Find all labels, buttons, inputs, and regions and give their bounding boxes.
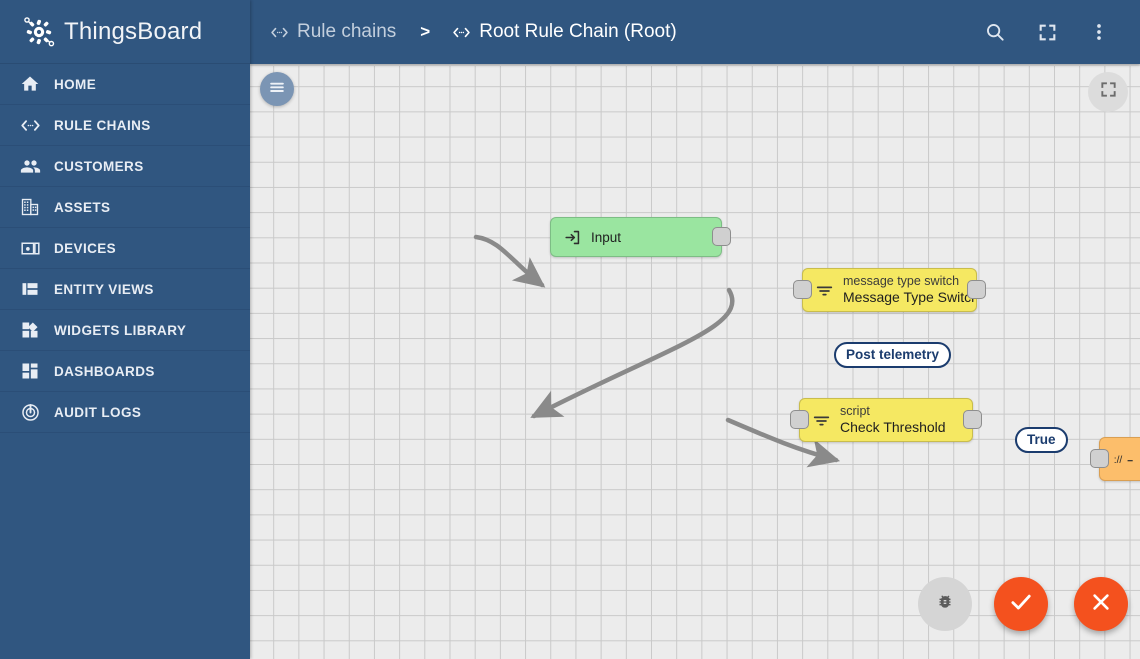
bug-icon [935, 592, 955, 617]
rule-node-type: script [840, 404, 870, 419]
rule-node-input[interactable]: Input [550, 217, 731, 257]
sidebar-item-assets[interactable]: ASSETS [0, 187, 250, 228]
hamburger-icon [267, 77, 287, 102]
sidebar: ThingsBoard HOME RULE CHAINS CUSTOMERS A… [0, 0, 250, 659]
search-icon[interactable] [982, 19, 1008, 45]
edges-layer [473, 234, 841, 468]
thingsboard-logo-icon [22, 15, 56, 49]
canvas-fullscreen-button[interactable] [1088, 72, 1128, 112]
sidebar-item-customers[interactable]: CUSTOMERS [0, 146, 250, 187]
rule-chains-icon [18, 113, 42, 137]
rule-node-name: Input [591, 229, 622, 245]
assets-icon [18, 195, 42, 219]
sidebar-item-label: WIDGETS LIBRARY [54, 322, 187, 338]
fullscreen-icon[interactable] [1034, 19, 1060, 45]
breadcrumb: Rule chains > Root Rule Chain (Root) [270, 21, 982, 43]
node-input-port[interactable] [1090, 449, 1109, 468]
sidebar-item-home[interactable]: HOME [0, 64, 250, 105]
sidebar-nav: HOME RULE CHAINS CUSTOMERS ASSETS DEVICE… [0, 64, 250, 433]
customers-icon [18, 154, 42, 178]
rule-chain-canvas[interactable]: Input message type switch Message Type S… [250, 64, 1140, 659]
rule-node-signl4-alert[interactable]: :// rest api call SIGNL4 Alert [1090, 437, 1140, 481]
node-input-port[interactable] [793, 280, 812, 299]
rule-chains-icon [270, 23, 289, 42]
check-icon [1008, 589, 1034, 620]
sidebar-item-label: AUDIT LOGS [54, 404, 142, 420]
breadcrumb-separator: > [420, 22, 431, 41]
breadcrumb-current-label: Root Rule Chain (Root) [479, 21, 677, 42]
rule-node-name: Check Threshold [840, 418, 946, 435]
edge-input-to-switch [473, 234, 546, 288]
home-icon [18, 72, 42, 96]
edge-label-text: Post telemetry [846, 347, 940, 362]
node-output-port[interactable] [712, 227, 731, 246]
topbar-actions [982, 19, 1128, 45]
edge-label-post-telemetry[interactable]: Post telemetry [834, 342, 952, 368]
breadcrumb-rule-chains[interactable]: Rule chains [270, 21, 396, 43]
topbar: Rule chains > Root Rule Chain (Root) [250, 0, 1140, 64]
sidebar-item-dashboards[interactable]: DASHBOARDS [0, 351, 250, 392]
rule-chains-icon [452, 23, 471, 42]
rule-node-text: script Check Threshold [840, 404, 946, 435]
filter-icon [815, 281, 834, 300]
rule-node-text: message type switch Message Type Switch [843, 274, 976, 305]
sidebar-item-label: CUSTOMERS [54, 158, 144, 174]
rule-node-message-type-switch[interactable]: message type switch Message Type Switch [793, 268, 986, 312]
rule-node-name: Message Type Switch [843, 288, 976, 305]
dashboards-icon [18, 359, 42, 383]
sidebar-item-rule-chains[interactable]: RULE CHAINS [0, 105, 250, 146]
sidebar-item-label: HOME [54, 76, 97, 92]
rule-node-text: Input [591, 230, 621, 245]
breadcrumb-parent-label: Rule chains [297, 21, 397, 42]
brand-header[interactable]: ThingsBoard [0, 0, 250, 64]
debug-button[interactable] [918, 577, 972, 631]
sidebar-item-label: ENTITY VIEWS [54, 281, 154, 297]
edge-label-true[interactable]: True [1015, 427, 1068, 453]
rest-api-icon: :// [1112, 450, 1136, 469]
thingsboard-app: ThingsBoard HOME RULE CHAINS CUSTOMERS A… [0, 0, 1140, 659]
close-icon [1089, 590, 1113, 619]
breadcrumb-current: Root Rule Chain (Root) [452, 21, 677, 43]
sidebar-item-devices[interactable]: DEVICES [0, 228, 250, 269]
sidebar-item-label: ASSETS [54, 199, 111, 215]
node-input-port[interactable] [790, 410, 809, 429]
apply-button[interactable] [994, 577, 1048, 631]
audit-logs-icon [18, 400, 42, 424]
devices-icon [18, 236, 42, 260]
widgets-library-icon [18, 318, 42, 342]
fullscreen-icon [1099, 80, 1118, 104]
more-vert-icon[interactable] [1086, 19, 1112, 45]
filter-icon [812, 411, 831, 430]
edge-label-text: True [1027, 432, 1056, 447]
main-area: Rule chains > Root Rule Chain (Root) Inp… [250, 0, 1140, 659]
edge-switch-to-script [530, 287, 735, 419]
sidebar-item-label: DASHBOARDS [54, 363, 155, 379]
sidebar-item-label: DEVICES [54, 240, 117, 256]
sidebar-item-entity-views[interactable]: ENTITY VIEWS [0, 269, 250, 310]
sidebar-item-label: RULE CHAINS [54, 117, 151, 133]
node-output-port[interactable] [967, 280, 986, 299]
sidebar-item-widgets-library[interactable]: WIDGETS LIBRARY [0, 310, 250, 351]
sidebar-item-audit-logs[interactable]: AUDIT LOGS [0, 392, 250, 433]
cancel-button[interactable] [1074, 577, 1128, 631]
input-arrow-icon [563, 228, 582, 247]
canvas-toggle-button[interactable] [260, 72, 294, 106]
svg-text:://: :// [1114, 455, 1123, 466]
brand-name: ThingsBoard [64, 17, 203, 45]
node-output-port[interactable] [963, 410, 982, 429]
entity-views-icon [18, 277, 42, 301]
canvas-top-edge [250, 64, 1140, 66]
rule-node-check-threshold[interactable]: script Check Threshold [790, 398, 982, 442]
rule-node-type: message type switch [843, 274, 960, 289]
